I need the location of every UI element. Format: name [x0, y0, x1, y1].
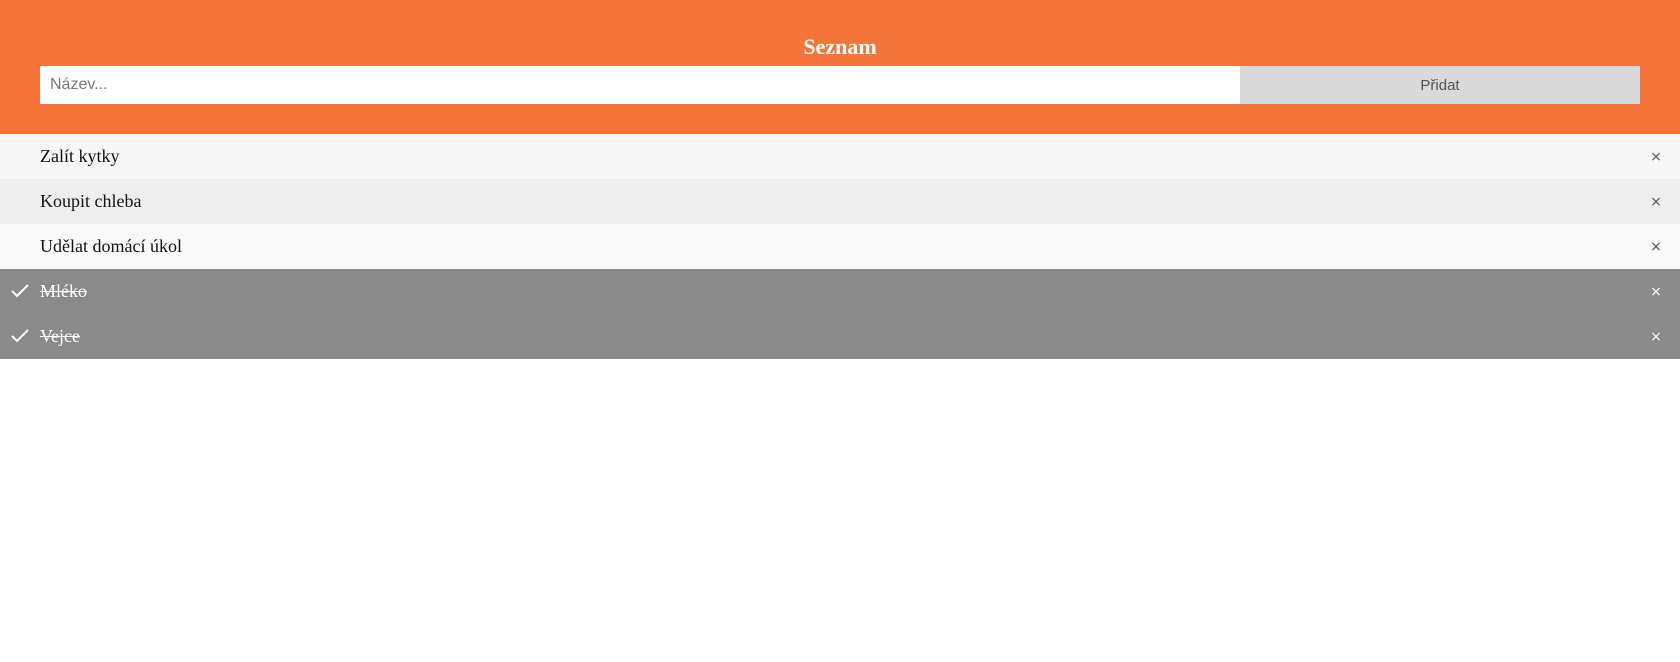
list-item-label: Mléko: [40, 281, 87, 301]
list-item-label: Vejce: [40, 326, 80, 346]
check-icon: [11, 329, 29, 343]
item-name-input[interactable]: [40, 66, 1240, 104]
list-item-label: Koupit chleba: [40, 191, 142, 211]
list-item[interactable]: Zalít kytky ×: [0, 134, 1680, 179]
close-icon[interactable]: ×: [1646, 134, 1666, 179]
list-item-label: Udělat domácí úkol: [40, 236, 182, 256]
close-icon[interactable]: ×: [1646, 314, 1666, 359]
add-item-form: Přidat: [40, 66, 1640, 104]
add-button[interactable]: Přidat: [1240, 66, 1640, 104]
todo-list: Zalít kytky × Koupit chleba × Udělat dom…: [0, 134, 1680, 359]
list-item[interactable]: Udělat domácí úkol ×: [0, 224, 1680, 269]
list-item-checked[interactable]: Vejce ×: [0, 314, 1680, 359]
close-icon[interactable]: ×: [1646, 224, 1666, 269]
close-icon[interactable]: ×: [1646, 269, 1666, 314]
close-icon[interactable]: ×: [1646, 179, 1666, 224]
list-item-label: Zalít kytky: [40, 146, 120, 166]
list-item[interactable]: Koupit chleba ×: [0, 179, 1680, 224]
check-icon: [11, 284, 29, 298]
page-title: Seznam: [803, 34, 877, 59]
header: Seznam Přidat: [0, 0, 1680, 134]
list-item-checked[interactable]: Mléko ×: [0, 269, 1680, 314]
